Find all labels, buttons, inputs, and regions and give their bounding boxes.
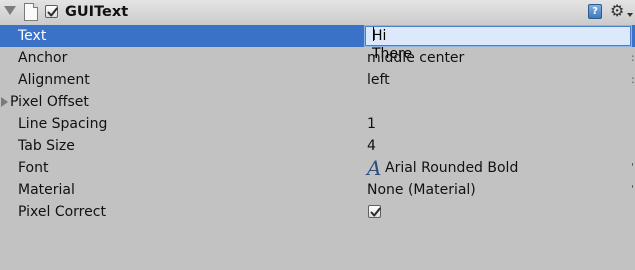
property-row-font[interactable]: Font A Arial Rounded Bold ': [0, 157, 635, 179]
settings-dropdown-icon[interactable]: [627, 13, 633, 17]
property-label: Material: [18, 182, 75, 198]
property-row-pixel-correct[interactable]: Pixel Correct: [0, 201, 635, 223]
material-object-field[interactable]: None (Material): [367, 179, 476, 201]
property-label: Tab Size: [18, 138, 75, 154]
property-row-pixel-offset[interactable]: Pixel Offset: [0, 91, 635, 113]
property-row-alignment[interactable]: Alignment left :: [0, 69, 635, 91]
checkmark-icon: [370, 207, 381, 217]
text-caret: [373, 27, 374, 41]
object-picker-icon[interactable]: ': [631, 162, 634, 174]
tab-size-field[interactable]: 4: [367, 135, 376, 157]
property-label: Alignment: [18, 72, 90, 88]
property-row-tab-size[interactable]: Tab Size 4: [0, 135, 635, 157]
script-document-icon: [24, 3, 38, 21]
object-picker-icon[interactable]: ': [631, 184, 634, 196]
checkmark-icon: [47, 7, 58, 17]
line-spacing-field[interactable]: 1: [367, 113, 376, 135]
property-row-text[interactable]: Text Hi There: [0, 25, 635, 62]
popup-arrow-icon[interactable]: :: [631, 52, 635, 64]
property-row-line-spacing[interactable]: Line Spacing 1: [0, 113, 635, 135]
help-icon[interactable]: ?: [588, 4, 602, 19]
alignment-popup-value[interactable]: left: [367, 69, 390, 91]
pixel-correct-checkbox[interactable]: [368, 205, 381, 218]
component-header[interactable]: GUIText ? ⚙: [0, 0, 635, 26]
property-row-material[interactable]: Material None (Material) ': [0, 179, 635, 201]
component-enabled-checkbox[interactable]: [45, 5, 58, 18]
property-row-anchor[interactable]: Anchor middle center :: [0, 47, 635, 69]
property-label: Anchor: [18, 50, 68, 66]
gear-icon[interactable]: ⚙: [610, 1, 624, 21]
font-icon: A: [367, 156, 382, 180]
property-label: Line Spacing: [18, 116, 108, 132]
inspector-panel: GUIText ? ⚙ Text Hi There Anchor middle …: [0, 0, 635, 270]
font-object-field[interactable]: Arial Rounded Bold: [385, 157, 518, 179]
foldout-arrow-icon[interactable]: [4, 6, 16, 15]
component-title: GUIText: [65, 4, 129, 20]
property-label: Text: [18, 28, 47, 44]
expand-arrow-icon[interactable]: [1, 97, 8, 107]
popup-arrow-icon[interactable]: :: [631, 74, 635, 86]
property-label: Pixel Offset: [10, 94, 89, 110]
property-label: Pixel Correct: [18, 204, 106, 220]
anchor-popup-value[interactable]: middle center: [367, 47, 464, 69]
text-input-field[interactable]: Hi There: [365, 26, 631, 62]
property-label: Font: [18, 160, 49, 176]
